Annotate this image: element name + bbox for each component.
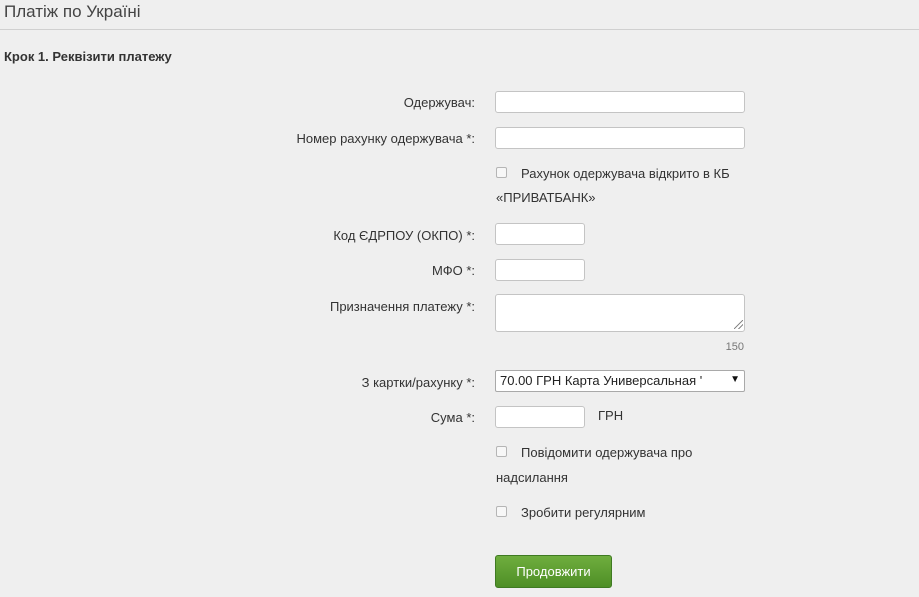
recipient-input[interactable]	[495, 91, 745, 113]
edrpou-input[interactable]	[495, 223, 585, 245]
header-divider	[0, 29, 919, 30]
notify-recipient-label-line2[interactable]: надсилання	[496, 465, 568, 491]
purpose-char-counter: 150	[725, 341, 744, 353]
privatbank-checkbox-label[interactable]: Рахунок одержувача відкрито в КБ	[521, 161, 730, 187]
notify-recipient-checkbox[interactable]	[496, 446, 507, 457]
mfo-label: МФО *:	[432, 263, 475, 278]
purpose-label: Призначення платежу *:	[329, 299, 475, 314]
currency-label: ГРН	[598, 408, 624, 423]
step-title: Крок 1. Реквізити платежу	[4, 49, 172, 64]
source-card-selected-value: 70.00 ГРН Карта Универсальная '	[500, 373, 703, 388]
make-regular-label[interactable]: Зробити регулярним	[521, 500, 646, 526]
source-card-label: З картки/рахунку *:	[361, 375, 475, 390]
account-number-label: Номер рахунку одержувача *:	[296, 131, 475, 146]
make-regular-checkbox[interactable]	[496, 506, 507, 517]
privatbank-checkbox-label-line2[interactable]: «ПРИВАТБАНК»	[496, 185, 596, 211]
amount-label: Сума *:	[430, 410, 475, 425]
continue-button[interactable]: Продовжити	[495, 555, 612, 588]
resize-grip-icon[interactable]	[734, 320, 743, 329]
edrpou-label: Код ЄДРПОУ (ОКПО) *:	[333, 228, 475, 243]
account-number-input[interactable]	[495, 127, 745, 149]
recipient-label: Одержувач:	[403, 95, 475, 110]
amount-input[interactable]	[495, 406, 585, 428]
source-card-select[interactable]: 70.00 ГРН Карта Универсальная ' ▼	[495, 370, 745, 392]
notify-recipient-label[interactable]: Повідомити одержувача про	[521, 440, 692, 466]
purpose-textarea[interactable]	[495, 294, 745, 332]
page-title: Платіж по Україні	[4, 2, 141, 21]
dropdown-arrow-icon: ▼	[730, 374, 740, 385]
mfo-input[interactable]	[495, 259, 585, 281]
privatbank-checkbox[interactable]	[496, 167, 507, 178]
